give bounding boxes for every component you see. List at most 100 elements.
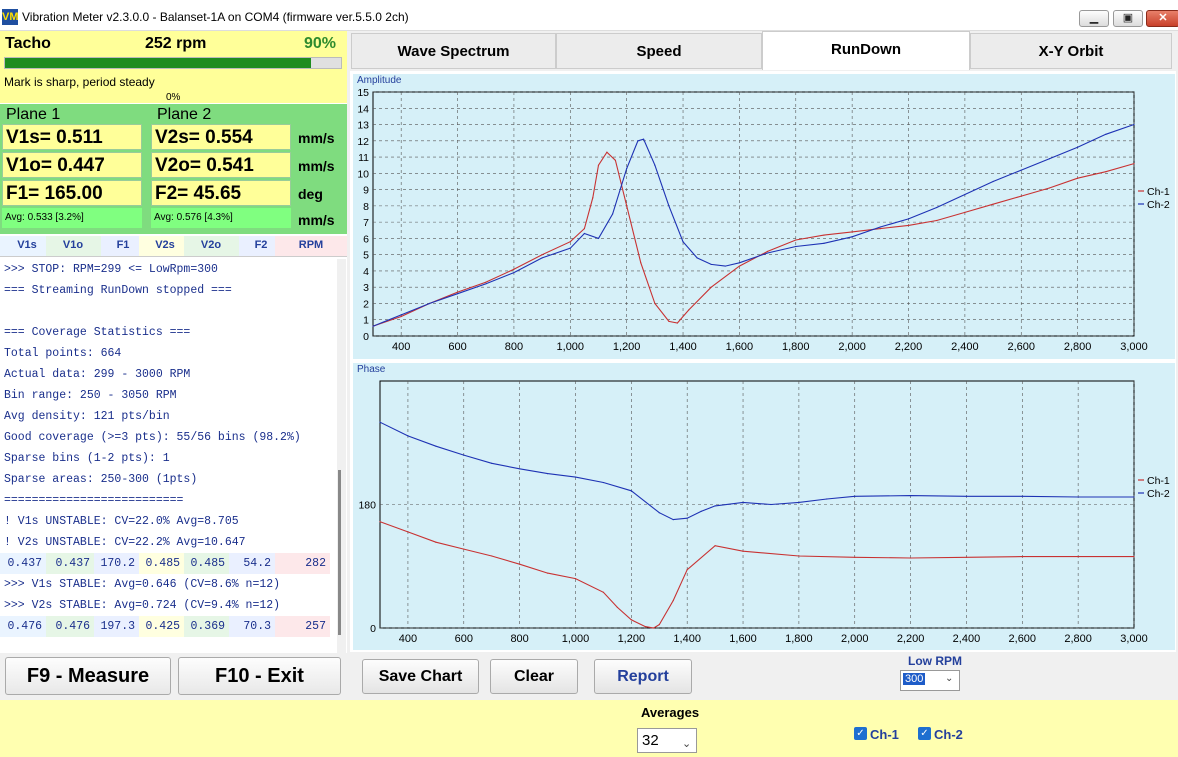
data-point	[569, 241, 571, 243]
x-tick-label: 1,400	[669, 341, 697, 353]
data-point	[1020, 169, 1022, 171]
x-tick-label: 800	[505, 341, 523, 353]
v1s-value: V1s= 0.511	[2, 124, 142, 150]
data-cell: 0.437	[46, 553, 94, 574]
data-point	[738, 265, 741, 267]
series-line-ch-1	[379, 521, 1134, 629]
averages-select[interactable]: 32 ⌄	[637, 728, 697, 753]
x-tick-label: 1,800	[782, 341, 810, 353]
data-point	[658, 623, 660, 626]
close-icon[interactable]: ✕	[1146, 10, 1178, 27]
clear-button[interactable]: Clear	[490, 659, 578, 694]
x-tick-label: 2,400	[951, 341, 979, 353]
averages-value: 32	[642, 732, 659, 749]
chart-title: Phase	[357, 364, 386, 375]
tacho-status: Mark is sharp, period steady	[4, 75, 155, 89]
data-point	[1077, 496, 1079, 498]
y-tick-label: 5	[363, 250, 369, 262]
log-line: Total points: 664	[4, 347, 122, 360]
data-point	[826, 498, 828, 500]
y-tick-label: 2	[363, 298, 369, 310]
data-point	[602, 591, 605, 593]
data-point	[1020, 195, 1022, 197]
low-rpm-label: Low RPM	[908, 654, 962, 668]
tab-rundown[interactable]: RunDown	[762, 31, 970, 70]
data-point	[583, 228, 585, 230]
data-point	[676, 322, 678, 324]
chevron-down-icon: ⌄	[682, 738, 692, 750]
y-tick-label: 0	[363, 331, 369, 343]
y-tick-label: 7	[363, 217, 369, 229]
data-point	[798, 501, 800, 504]
data-cell: 70.3	[229, 616, 275, 637]
save-chart-button[interactable]: Save Chart	[362, 659, 479, 694]
tab-xy-orbit[interactable]: X-Y Orbit	[970, 33, 1172, 69]
tab-wave-spectrum[interactable]: Wave Spectrum	[351, 33, 556, 69]
f1-value: F1= 165.00	[2, 180, 142, 206]
y-tick-label: 4	[363, 266, 369, 278]
phase-chart[interactable]: Phase 400 600 800 1,000 1,200 1,400 1,600 1,800 2…	[353, 363, 1175, 650]
tacho-percent: 90%	[304, 35, 337, 52]
data-point	[614, 159, 616, 161]
x-tick-label: 1,200	[618, 633, 646, 645]
data-point	[485, 283, 487, 285]
tab-speed[interactable]: Speed	[556, 33, 762, 69]
data-point	[965, 556, 968, 558]
unit-label: deg	[298, 186, 323, 202]
x-tick-label: 1,600	[729, 633, 757, 645]
data-point	[637, 140, 639, 142]
data-point	[682, 241, 684, 243]
data-row: 0.476 0.476 197.3 0.425 0.369 70.3 257	[0, 616, 330, 637]
log-panel[interactable]: >>> STOP: RPM=299 <= LowRpm=300 === Stre…	[0, 259, 336, 653]
data-point	[1077, 177, 1079, 179]
data-point	[823, 234, 825, 236]
data-point	[823, 242, 825, 244]
tacho-rpm: 252 rpm	[145, 35, 207, 52]
y-tick-label: 10	[357, 168, 369, 180]
x-tick-label: 2,200	[897, 633, 925, 645]
exit-button[interactable]: F10 - Exit	[178, 657, 341, 695]
x-tick-label: 2,600	[1007, 341, 1035, 353]
data-point	[569, 247, 571, 249]
data-point	[992, 203, 994, 205]
log-scrollbar-thumb[interactable]	[338, 470, 341, 635]
log-line: Sparse areas: 250-300 (1pts)	[4, 473, 198, 486]
data-point	[602, 481, 605, 484]
data-point	[541, 254, 543, 256]
data-point	[909, 494, 912, 497]
log-line: >>> V2s STABLE: Avg=0.724 (CV=9.4% n=12)	[4, 599, 281, 612]
window-title: Vibration Meter v2.3.0.0 - Balanset-1A o…	[22, 10, 409, 24]
column-header: V2s	[155, 239, 175, 251]
data-point	[372, 325, 374, 327]
maximize-icon[interactable]: ▣	[1113, 10, 1143, 27]
data-point	[668, 320, 670, 322]
minimize-icon[interactable]: ▁	[1079, 10, 1109, 27]
ch2-checkbox[interactable]: ✓	[918, 727, 931, 740]
report-button[interactable]: Report	[594, 659, 692, 694]
amplitude-chart[interactable]: Amplitude 400 600 800 1,000 1,200 1,400 1,600 1,…	[353, 74, 1175, 359]
y-tick-label: 180	[358, 500, 376, 512]
data-cell: 257	[275, 616, 330, 637]
data-point	[630, 490, 632, 492]
data-point	[795, 245, 797, 248]
x-tick-label: 1,200	[613, 341, 641, 353]
ch1-checkbox[interactable]: ✓	[854, 727, 867, 740]
column-header: F2	[254, 239, 268, 251]
x-tick-label: 1,000	[562, 633, 590, 645]
log-line: Good coverage (>=3 pts): 55/56 bins (98.…	[4, 431, 301, 444]
log-line: Sparse bins (1-2 pts): 1	[4, 452, 170, 465]
x-tick-label: 2,000	[838, 341, 866, 353]
data-point	[738, 262, 741, 264]
measure-button[interactable]: F9 - Measure	[5, 657, 171, 695]
data-point	[700, 510, 702, 512]
data-point	[456, 291, 459, 293]
data-cell: 0.369	[184, 616, 229, 637]
bottom-bar	[0, 700, 1178, 757]
plane2-avg: Avg: 0.576 [4.3%]	[151, 208, 291, 228]
y-tick-label: 13	[357, 120, 369, 132]
data-point	[907, 218, 910, 220]
data-cell: 54.2	[229, 553, 275, 574]
low-rpm-select[interactable]: 300 ⌄	[900, 670, 960, 691]
x-tick-label: 1,600	[726, 341, 754, 353]
x-tick-label: 2,600	[1009, 633, 1037, 645]
